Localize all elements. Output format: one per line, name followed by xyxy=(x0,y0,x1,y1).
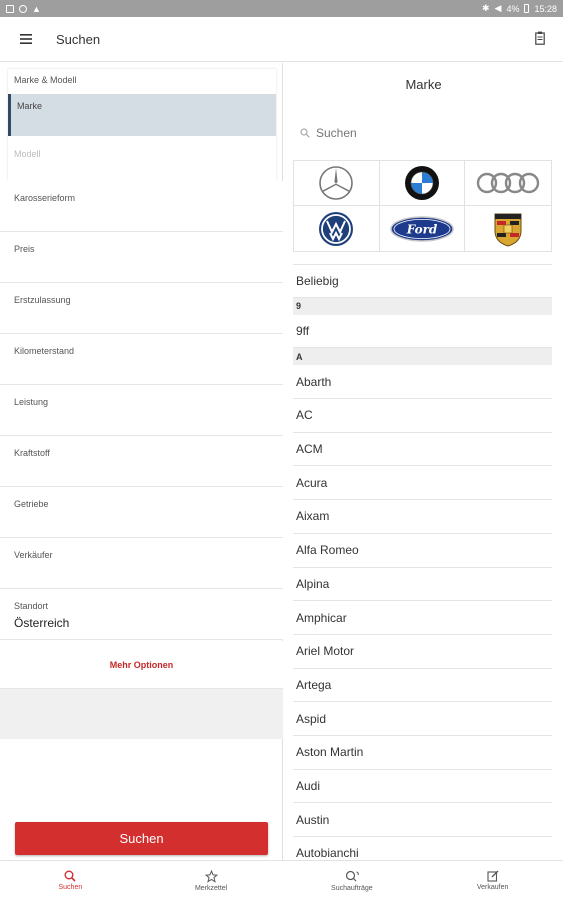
nav-tab-watchlist[interactable]: Merkzettel xyxy=(141,861,282,900)
list-item[interactable]: Aixam xyxy=(293,500,552,534)
make-picker-title: Marke xyxy=(405,77,442,92)
saved-search-icon xyxy=(345,870,359,881)
edit-icon xyxy=(487,870,499,882)
sync-notification-icon xyxy=(19,4,27,13)
list-item[interactable]: Autobianchi xyxy=(293,837,552,860)
list-item[interactable]: Artega xyxy=(293,669,552,703)
model-label: Modell xyxy=(14,149,41,159)
filter-price[interactable]: Preis xyxy=(0,232,283,283)
page-title: Suchen xyxy=(56,31,101,47)
nav-tab-search[interactable]: Suchen xyxy=(0,861,141,900)
list-item[interactable]: Amphicar xyxy=(293,601,552,635)
search-button[interactable]: Suchen xyxy=(15,822,268,855)
list-item[interactable]: AC xyxy=(293,399,552,433)
spacer xyxy=(0,689,283,739)
nav-label: Suchaufträge xyxy=(331,884,373,892)
battery-icon xyxy=(524,4,530,13)
filter-label: Standort xyxy=(14,601,49,611)
filter-fuel[interactable]: Kraftstoff xyxy=(0,436,283,487)
list-item[interactable]: Alfa Romeo xyxy=(293,534,552,568)
filter-power[interactable]: Leistung xyxy=(0,385,283,436)
image-notification-icon xyxy=(6,4,14,13)
make-list: Beliebig 9 9ff A Abarth AC ACM Acura Aix… xyxy=(293,264,552,860)
list-item-any[interactable]: Beliebig xyxy=(293,264,552,298)
popular-makes-grid: Ford xyxy=(293,160,552,252)
filter-mileage[interactable]: Kilometerstand xyxy=(0,334,283,385)
filter-first-registration[interactable]: Erstzulassung xyxy=(0,283,283,334)
filter-seller[interactable]: Verkäufer xyxy=(0,538,283,589)
make-picker-pane: Marke Ford Beliebig 9 9ff A Abarth AC AC… xyxy=(284,63,563,860)
nav-tab-saved-searches[interactable]: Suchaufträge xyxy=(282,861,423,900)
mercedes-logo[interactable] xyxy=(294,161,380,206)
list-item[interactable]: Acura xyxy=(293,466,552,501)
more-options-link[interactable]: Mehr Optionen xyxy=(0,641,283,689)
nav-label: Verkaufen xyxy=(476,884,509,891)
bmw-logo[interactable] xyxy=(379,161,466,206)
porsche-logo[interactable] xyxy=(465,206,551,251)
filter-label: Getriebe xyxy=(14,499,49,509)
model-selector[interactable]: Modell xyxy=(8,136,276,178)
app-bar: Suchen xyxy=(0,17,563,62)
nav-label: Merkzettel xyxy=(194,884,228,892)
search-filters-pane: Marke & Modell Marke Modell Karosseriefo… xyxy=(0,63,283,860)
nav-label: Suchen xyxy=(58,884,83,891)
make-model-card: Marke & Modell Marke Modell xyxy=(8,69,276,181)
list-item[interactable]: Austin xyxy=(293,803,552,837)
mute-icon: ◀ xyxy=(494,3,502,13)
filter-label: Kilometerstand xyxy=(14,346,75,356)
make-search-input[interactable] xyxy=(316,126,536,140)
filter-transmission[interactable]: Getriebe xyxy=(0,487,283,538)
section-header-a: A xyxy=(293,348,552,366)
list-item[interactable]: Ariel Motor xyxy=(293,635,552,669)
list-item[interactable]: 9ff xyxy=(293,315,552,349)
list-item[interactable]: ACM xyxy=(293,433,552,467)
make-label: Marke xyxy=(17,101,43,111)
warning-notification-icon: ▲ xyxy=(32,3,41,14)
filter-body-type[interactable]: Karosserieform xyxy=(0,181,283,232)
clipboard-icon[interactable] xyxy=(535,31,545,50)
filter-label: Erstzulassung xyxy=(14,295,71,305)
nav-tab-sell[interactable]: Verkaufen xyxy=(422,861,563,900)
make-search-field[interactable] xyxy=(300,121,550,145)
hamburger-menu-icon[interactable] xyxy=(6,17,46,62)
list-item[interactable]: Aston Martin xyxy=(293,736,552,770)
filter-label: Preis xyxy=(14,244,35,254)
filter-label: Kraftstoff xyxy=(14,448,50,458)
filter-label: Verkäufer xyxy=(14,550,53,560)
make-selector[interactable]: Marke xyxy=(8,94,276,136)
clock: 15:28 xyxy=(534,3,557,14)
filter-location[interactable]: Standort Österreich xyxy=(0,589,283,640)
ford-logo-text: Ford xyxy=(406,222,438,236)
section-header-9: 9 xyxy=(293,297,552,315)
search-icon xyxy=(64,870,76,882)
filter-label: Karosserieform xyxy=(14,193,76,203)
ford-logo[interactable]: Ford xyxy=(380,206,466,251)
filter-value: Österreich xyxy=(14,616,70,630)
battery-percent: 4% xyxy=(506,3,520,14)
search-icon xyxy=(300,128,310,138)
star-icon xyxy=(204,869,218,883)
bottom-navigation: Suchen Merkzettel Suchaufträge Verkaufen xyxy=(0,860,563,900)
list-item[interactable]: Aspid xyxy=(293,702,552,736)
status-bar: ▲ ✱ ◀ 4% 15:28 xyxy=(0,0,563,17)
audi-logo[interactable] xyxy=(465,161,551,206)
make-model-header: Marke & Modell xyxy=(14,75,77,85)
list-item[interactable]: Alpina xyxy=(293,568,552,602)
volkswagen-logo[interactable] xyxy=(294,206,380,251)
bluetooth-icon: ✱ xyxy=(481,3,490,13)
filter-label: Leistung xyxy=(14,397,49,407)
list-item[interactable]: Audi xyxy=(293,770,552,804)
list-item[interactable]: Abarth xyxy=(293,365,552,400)
